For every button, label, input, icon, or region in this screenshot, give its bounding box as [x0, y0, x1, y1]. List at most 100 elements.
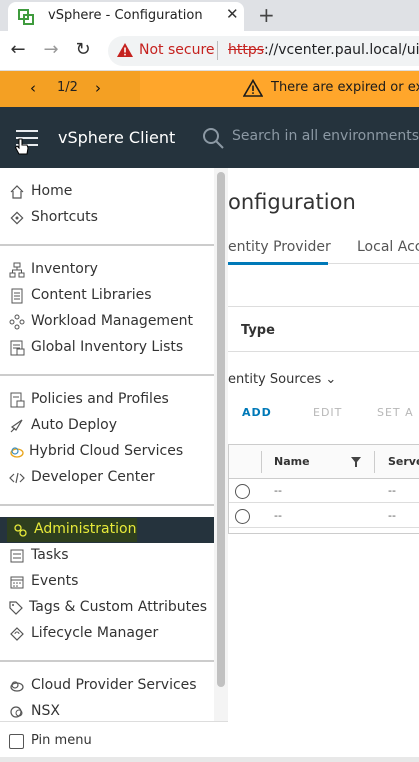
chevron-right-icon[interactable]: › — [95, 79, 101, 97]
inventory-icon — [9, 262, 25, 278]
scrollbar-thumb[interactable] — [217, 172, 225, 687]
sidebar-item-label: Global Inventory Lists — [31, 339, 184, 355]
set-as-default-button[interactable]: SET A — [377, 406, 414, 419]
pin-menu-label[interactable]: Pin menu — [31, 733, 92, 748]
row-radio[interactable] — [235, 484, 250, 499]
alert-banner: ‹ 1/2 › There are expired or exp — [0, 71, 419, 107]
chevron-left-icon[interactable]: ‹ — [30, 79, 36, 97]
url-text[interactable]: https://vcenter.paul.local/ui/ — [228, 42, 419, 58]
sidebar-item-label: Cloud Provider Services — [31, 677, 197, 693]
search-icon[interactable] — [201, 126, 225, 150]
browser-toolbar: ← → ↻ Not secure https://vcenter.paul.lo… — [0, 31, 419, 71]
sidebar-divider — [0, 244, 214, 246]
sidebar-item-label: Developer Center — [31, 469, 155, 485]
sidebar-item-tasks[interactable]: Tasks — [0, 543, 214, 569]
table-row[interactable]: -- -- — [229, 479, 419, 503]
pin-menu-checkbox[interactable] — [9, 734, 24, 749]
back-icon[interactable]: ← — [7, 39, 29, 60]
sidebar-divider — [0, 660, 214, 662]
sidebar-item-cloud-provider-services[interactable]: Cloud Provider Services — [0, 673, 214, 699]
sidebar-item-label: Events — [31, 573, 79, 589]
edit-button[interactable]: EDIT — [313, 406, 342, 419]
app-title[interactable]: vSphere Client — [58, 128, 175, 147]
grid-header: Name Serve — [229, 445, 419, 479]
hybrid-cloud-icon — [10, 447, 24, 458]
sidebar-item-workload-management[interactable]: Workload Management — [0, 309, 214, 335]
sidebar-item-home[interactable]: Home — [0, 179, 214, 205]
identity-sources-toggle[interactable]: entity Sources ⌄ — [228, 372, 336, 387]
sidebar-menu: Home Shortcuts Inventory Content Librari… — [0, 168, 228, 762]
app-header: vSphere Client Search in all environment… — [0, 107, 419, 168]
tab-local-accounts[interactable]: Local Acc — [357, 239, 419, 255]
cloud-provider-icon — [10, 681, 24, 692]
address-bar[interactable]: Not secure https://vcenter.paul.local/ui… — [108, 36, 419, 66]
action-bar: ADD EDIT SET A — [242, 406, 413, 419]
sidebar-divider — [0, 374, 214, 376]
sidebar-item-developer-center[interactable]: Developer Center — [0, 465, 214, 491]
sidebar-item-label: Tasks — [31, 547, 69, 563]
cell-name: -- — [274, 509, 282, 522]
sidebar-item-label: Lifecycle Manager — [31, 625, 159, 641]
sidebar-item-label: Inventory — [31, 261, 98, 277]
tag-icon — [9, 601, 23, 615]
reload-icon[interactable]: ↻ — [72, 39, 94, 60]
new-tab-icon[interactable]: + — [258, 3, 275, 27]
sidebar-item-label: Auto Deploy — [31, 417, 117, 433]
auto-deploy-icon — [10, 419, 23, 433]
sidebar-item-auto-deploy[interactable]: Auto Deploy — [0, 413, 214, 439]
browser-tab-strip: vSphere - Configuration ✕ + — [0, 0, 419, 31]
url-scheme: https — [228, 42, 265, 58]
add-button[interactable]: ADD — [242, 406, 272, 419]
tasks-icon — [10, 549, 24, 563]
bottom-edge — [0, 757, 419, 762]
forward-icon[interactable]: → — [40, 39, 62, 60]
policies-icon — [10, 392, 25, 408]
search-input[interactable]: Search in all environments — [232, 128, 419, 144]
sidebar-item-content-libraries[interactable]: Content Libraries — [0, 283, 214, 309]
sidebar-item-label: Tags & Custom Attributes — [29, 599, 208, 615]
events-icon — [10, 576, 24, 589]
main-content: onfiguration entity Provider Local Acc T… — [228, 168, 419, 762]
administration-icon — [14, 524, 27, 537]
browser-tab-title: vSphere - Configuration — [48, 8, 203, 23]
column-server[interactable]: Serve — [388, 455, 419, 468]
sidebar-item-administration[interactable]: Administration — [0, 517, 214, 543]
type-header: Type — [228, 306, 419, 352]
vsphere-favicon-icon — [18, 9, 34, 25]
cell-server: -- — [388, 484, 396, 497]
content-tabs: entity Provider Local Acc — [228, 232, 419, 265]
cell-name: -- — [274, 484, 282, 497]
column-name[interactable]: Name — [274, 455, 310, 468]
code-icon — [9, 472, 25, 484]
sidebar-item-shortcuts[interactable]: Shortcuts — [0, 205, 214, 231]
security-status[interactable]: Not secure — [139, 42, 215, 58]
banner-message: There are expired or exp — [271, 80, 419, 95]
filter-icon[interactable] — [351, 457, 361, 467]
banner-pager: ‹ 1/2 › — [0, 71, 140, 107]
cell-server: -- — [388, 509, 396, 522]
sidebar-item-global-inventory-lists[interactable]: Global Inventory Lists — [0, 335, 214, 361]
warning-icon[interactable] — [116, 42, 134, 58]
list-icon — [10, 340, 25, 356]
hand-cursor-icon — [14, 138, 29, 155]
sidebar-item-events[interactable]: Events — [0, 569, 214, 595]
sidebar-item-label: Content Libraries — [31, 287, 152, 303]
close-tab-icon[interactable]: ✕ — [226, 5, 239, 23]
sidebar-item-inventory[interactable]: Inventory — [0, 257, 214, 283]
sidebar-item-lifecycle-manager[interactable]: Lifecycle Manager — [0, 621, 214, 647]
sidebar-item-policies-and-profiles[interactable]: Policies and Profiles — [0, 387, 214, 413]
sidebar-item-tags[interactable]: Tags & Custom Attributes — [0, 595, 214, 621]
type-header-label: Type — [241, 323, 275, 338]
address-separator — [217, 41, 218, 60]
sidebar-scrollbar[interactable] — [214, 168, 228, 721]
browser-tab[interactable]: vSphere - Configuration ✕ — [8, 2, 244, 31]
identity-sources-grid: Name Serve -- -- -- -- — [228, 444, 419, 534]
sidebar-item-hybrid-cloud-services[interactable]: Hybrid Cloud Services — [0, 439, 214, 465]
library-icon — [11, 288, 23, 304]
row-radio[interactable] — [235, 509, 250, 524]
table-row[interactable]: -- -- — [229, 504, 419, 528]
tab-identity-provider[interactable]: entity Provider — [228, 239, 331, 265]
sidebar-item-label: Policies and Profiles — [31, 391, 169, 407]
sidebar-item-label: Workload Management — [31, 313, 194, 329]
sidebar-item-label: Administration — [34, 521, 137, 537]
